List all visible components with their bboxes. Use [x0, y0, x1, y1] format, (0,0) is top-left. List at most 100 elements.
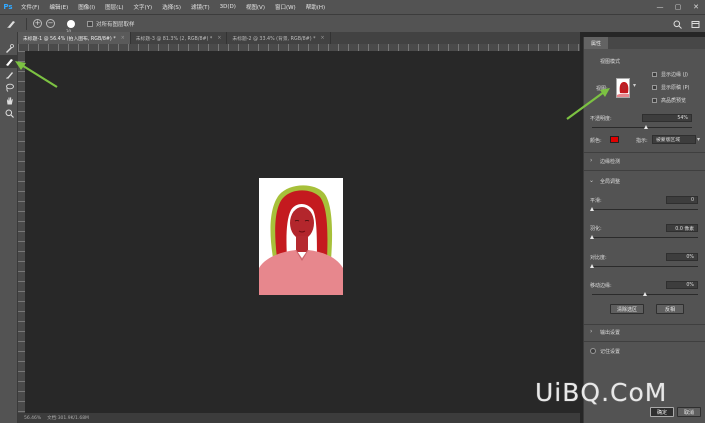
add-to-selection-button[interactable]: +	[33, 19, 42, 28]
contrast-field[interactable]: 0%	[666, 253, 698, 261]
tool-quick-selection[interactable]	[0, 42, 18, 55]
close-icon[interactable]: ×	[217, 36, 221, 41]
chevron-down-icon[interactable]: ▾	[633, 82, 636, 89]
zoom-level[interactable]: 56.46%	[24, 416, 41, 421]
remember-settings-label: 记住设置	[600, 349, 621, 355]
search-icon[interactable]	[671, 18, 683, 30]
shift-edge-field[interactable]: 0%	[666, 281, 698, 289]
feather-slider-thumb[interactable]	[589, 235, 594, 239]
options-right-icons	[671, 18, 701, 30]
feather-slider-track[interactable]	[592, 237, 698, 238]
show-original-label: 显示原稿 (P)	[661, 85, 690, 91]
high-quality-label: 高品质预览	[661, 98, 687, 104]
view-mode-thumbnail[interactable]	[616, 78, 630, 98]
menu-window[interactable]: 窗口(W)	[270, 3, 301, 11]
zoom-icon	[5, 109, 14, 118]
menu-view[interactable]: 视图(V)	[241, 3, 270, 11]
maximize-button[interactable]: ▢	[669, 0, 687, 14]
status-bar: 56.46% 文档:301.9K/1.68M	[18, 413, 580, 423]
close-icon[interactable]: ×	[121, 36, 125, 41]
smooth-label: 平滑:	[590, 198, 602, 204]
indicate-label: 指示:	[636, 138, 648, 144]
ok-button[interactable]: 确定	[650, 407, 674, 417]
menu-filter[interactable]: 滤镜(T)	[186, 3, 215, 11]
tab-properties[interactable]: 属性	[584, 37, 608, 49]
portrait-photo	[259, 178, 343, 295]
feather-label: 羽化:	[590, 226, 602, 232]
indicate-value: 被蒙版区域	[656, 138, 680, 143]
annotation-arrow-icon	[15, 61, 58, 88]
smooth-slider-track[interactable]	[592, 209, 698, 210]
canvas-area[interactable]	[25, 51, 580, 413]
chevron-right-icon[interactable]: ›	[590, 157, 592, 164]
quick-selection-icon	[5, 44, 14, 53]
smooth-slider-thumb[interactable]	[589, 207, 594, 211]
divider	[584, 152, 705, 153]
tab-label: 未标题-1 @ 56.4% (拍入图布, RGB/8#) *	[23, 36, 116, 42]
invert-button[interactable]: 反相	[656, 304, 684, 314]
menu-image[interactable]: 图像(I)	[73, 3, 100, 11]
remember-settings-checkbox[interactable]	[590, 348, 596, 354]
portrait-thumbnail-icon	[617, 79, 629, 97]
opacity-slider-thumb[interactable]	[643, 125, 648, 129]
opacity-slider-track[interactable]	[592, 127, 692, 128]
chevron-down-icon[interactable]: ▾	[697, 136, 700, 143]
divider	[26, 17, 27, 30]
divider	[584, 324, 705, 325]
view-mode-heading: 视图模式	[600, 59, 621, 65]
subtract-from-selection-button[interactable]: −	[46, 19, 55, 28]
tab-document-3[interactable]: 未标题-3 @ 81.3% (2, RGB/8#) * ×	[131, 32, 228, 44]
minimize-button[interactable]: —	[651, 0, 669, 14]
chevron-down-icon[interactable]: ⌄	[589, 177, 594, 184]
menu-type[interactable]: 文字(Y)	[129, 3, 158, 11]
tab-document-2[interactable]: 未标题-2 @ 33.4% (背景, RGB/8#) * ×	[227, 32, 331, 44]
high-quality-checkbox[interactable]	[652, 98, 657, 103]
show-edges-checkbox[interactable]	[652, 72, 657, 77]
tab-document-1[interactable]: 未标题-1 @ 56.4% (拍入图布, RGB/8#) * ×	[18, 32, 131, 44]
smooth-field[interactable]: 0	[666, 196, 698, 204]
global-refine-heading[interactable]: 全局调整	[600, 178, 620, 185]
document-image[interactable]	[259, 178, 343, 295]
contrast-slider-thumb[interactable]	[589, 264, 594, 268]
workspace-icon[interactable]	[689, 18, 701, 30]
menu-file[interactable]: 文件(F)	[16, 3, 44, 11]
hand-icon	[6, 97, 13, 105]
close-icon[interactable]: ×	[321, 36, 325, 41]
show-original-checkbox[interactable]	[652, 85, 657, 90]
tool-zoom[interactable]	[0, 107, 18, 120]
contrast-slider-track[interactable]	[592, 266, 698, 267]
horizontal-ruler	[18, 44, 580, 51]
document-size: 文档:301.9K/1.68M	[47, 416, 89, 421]
menu-help[interactable]: 帮助(H)	[301, 3, 330, 11]
clear-selection-button[interactable]: 清除选区	[610, 304, 644, 314]
edge-detection-heading[interactable]: 边缘检测	[600, 158, 620, 165]
shift-edge-slider-thumb[interactable]	[642, 292, 647, 296]
indicate-select[interactable]: 被蒙版区域	[652, 135, 696, 144]
cancel-button[interactable]: 取消	[677, 407, 701, 417]
tool-hand[interactable]	[0, 94, 18, 107]
sample-all-layers-checkbox[interactable]	[87, 20, 93, 27]
watermark-logo: UiBQ.CoM	[535, 378, 668, 407]
mask-color-swatch[interactable]	[610, 136, 619, 143]
output-settings-heading[interactable]: 输出设置	[600, 329, 620, 336]
menu-bar: Ps 文件(F) 编辑(E) 图像(I) 图层(L) 文字(Y) 选择(S) 滤…	[0, 0, 705, 14]
document-tabs: 未标题-1 @ 56.4% (拍入图布, RGB/8#) * × 未标题-3 @…	[18, 32, 580, 44]
opacity-field[interactable]: 54%	[642, 114, 692, 122]
window-controls: — ▢ ✕	[651, 0, 705, 14]
chevron-right-icon[interactable]: ›	[590, 328, 592, 335]
color-label: 颜色:	[590, 138, 602, 144]
menu-3d[interactable]: 3D(D)	[215, 4, 241, 10]
show-edges-label: 显示边缘 (J)	[661, 72, 688, 78]
options-bar: + − 30 对所有图层取样	[0, 14, 705, 34]
sample-all-layers-label: 对所有图层取样	[96, 21, 135, 28]
feather-field[interactable]: 0.0 像素	[666, 224, 698, 232]
close-window-button[interactable]: ✕	[687, 0, 705, 14]
menu-layer[interactable]: 图层(L)	[100, 3, 128, 11]
menu-edit[interactable]: 编辑(E)	[44, 3, 73, 11]
brush-size-picker[interactable]: 30	[66, 19, 75, 34]
tab-label: 未标题-3 @ 81.3% (2, RGB/8#) *	[135, 36, 213, 42]
tool-preset-picker[interactable]	[0, 15, 22, 33]
menu-select[interactable]: 选择(S)	[157, 3, 186, 11]
vertical-ruler	[18, 51, 25, 413]
shift-edge-label: 移动边缘:	[590, 283, 612, 289]
